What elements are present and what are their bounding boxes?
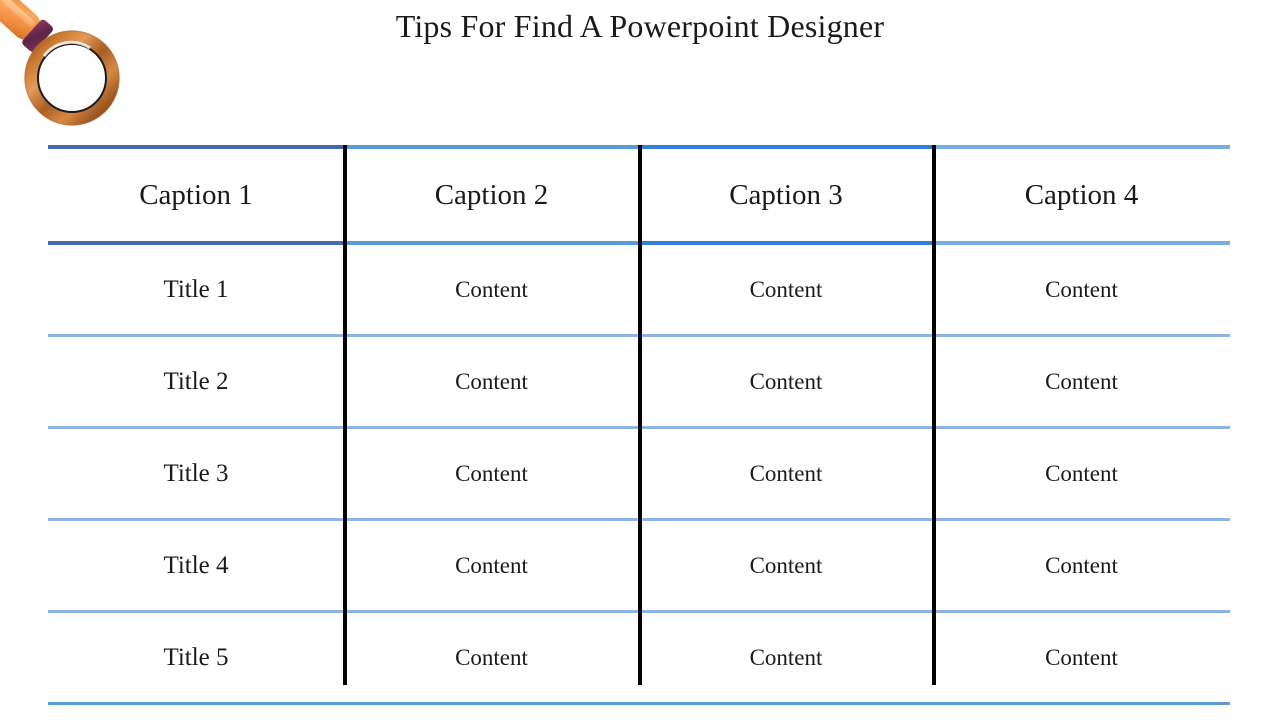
table-cell: Content [344,427,639,521]
table-header-cell: Caption 3 [639,145,933,245]
table-cell: Title 5 [48,611,344,705]
cell-value: Content [1045,460,1118,486]
cell-value: Content [749,460,823,486]
row-title-label: Title 2 [163,367,229,395]
row-title-label: Title 1 [163,275,229,303]
cell-value: Content [749,552,823,578]
table-header-cell: Caption 1 [48,145,344,245]
cell-value: Content [749,644,823,670]
table-cell: Title 1 [48,243,344,337]
column-divider [343,145,347,685]
cell-value: Content [749,276,823,302]
table-cell: Title 3 [48,427,344,521]
table-cell: Content [639,335,933,429]
table-cell: Content [344,243,639,337]
column-header-label: Caption 3 [729,179,843,211]
cell-value: Content [455,368,528,394]
table-header-cell: Caption 2 [344,145,639,245]
cell-value: Content [1045,276,1118,302]
table-cell: Content [344,335,639,429]
presentation-slide: Tips For Find A Powerpoint Designer Capt… [0,0,1280,720]
table-cell: Content [933,427,1230,521]
table-cell: Content [639,243,933,337]
table-cell: Title 2 [48,335,344,429]
table-cell: Content [639,611,933,705]
column-header-label: Caption 1 [139,179,253,211]
row-title-label: Title 3 [163,459,229,487]
cell-value: Content [749,368,823,394]
cell-value: Content [455,552,528,578]
cell-value: Content [1045,368,1118,394]
cell-value: Content [455,644,528,670]
cell-value: Content [1045,552,1118,578]
table-cell: Content [933,243,1230,337]
content-table-wrapper: Caption 1 Caption 2 Caption 3 Caption 4 [48,145,1230,705]
cell-value: Content [455,460,528,486]
table-header-cell: Caption 4 [933,145,1230,245]
column-divider [932,145,936,685]
cell-value: Content [1045,644,1118,670]
table-cell: Content [933,519,1230,613]
table-cell: Content [639,427,933,521]
column-header-label: Caption 2 [434,179,549,211]
page-title: Tips For Find A Powerpoint Designer [395,8,885,44]
row-title-label: Title 5 [163,643,229,671]
table-cell: Content [344,611,639,705]
table-cell: Content [933,611,1230,705]
column-divider [638,145,642,685]
table-cell: Title 4 [48,519,344,613]
row-title-label: Title 4 [163,551,229,579]
cell-value: Content [455,276,528,302]
table-cell: Content [344,519,639,613]
table-cell: Content [933,335,1230,429]
column-header-label: Caption 4 [1024,179,1139,211]
table-cell: Content [639,519,933,613]
magnifying-glass-icon [0,0,146,133]
